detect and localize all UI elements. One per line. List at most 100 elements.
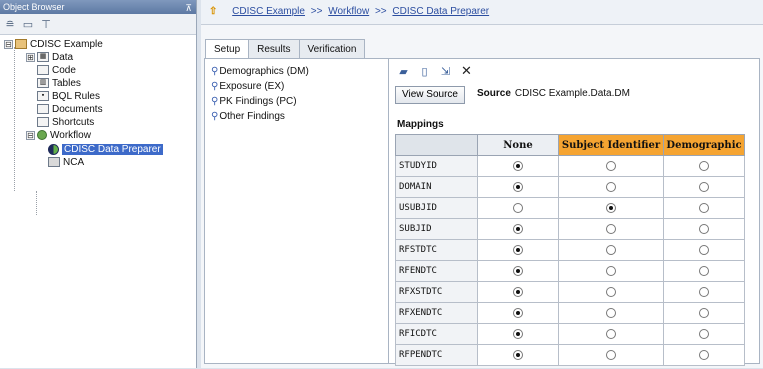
radio-button[interactable] <box>513 328 523 339</box>
tree-node-label: NCA <box>63 157 85 168</box>
tree-node-workflow[interactable]: ⊟ Workflow <box>26 130 91 142</box>
radio-button[interactable] <box>606 160 616 171</box>
mapping-cell <box>558 218 664 240</box>
radio-button[interactable] <box>606 223 616 234</box>
open-icon[interactable]: ▰ <box>397 65 410 78</box>
tree-node-label: BQL Rules <box>52 91 100 102</box>
export-icon[interactable]: ⇲ <box>439 65 452 78</box>
variable-name: DOMAIN <box>395 176 478 198</box>
variable-name: RFICDTC <box>395 323 478 345</box>
radio-button[interactable] <box>513 307 523 318</box>
mapping-cell <box>477 260 559 282</box>
radio-button[interactable] <box>606 328 616 339</box>
pin-icon[interactable]: ⊼ <box>185 1 192 15</box>
radio-button[interactable] <box>606 349 616 360</box>
radio-button[interactable] <box>513 286 523 297</box>
header-corner <box>395 134 478 156</box>
mapping-cell <box>477 218 559 240</box>
radio-button[interactable] <box>513 160 523 171</box>
tree-node-label: CDISC Example <box>30 39 103 50</box>
detail-toolbar: ▰ ▯ ⇲ ✕ <box>397 63 473 79</box>
tab-verification[interactable]: Verification <box>298 39 366 59</box>
shortcuts-icon <box>37 117 49 128</box>
delete-icon[interactable]: ✕ <box>460 63 473 78</box>
domain-item-pk-findings[interactable]: ⚲PK Findings (PC) <box>211 95 297 108</box>
radio-button[interactable] <box>513 244 523 255</box>
mapping-table-body: STUDYID DOMAIN USUBJID SUBJID RFSTDTC RFENDTC… <box>395 155 745 366</box>
tree-node-documents[interactable]: Documents <box>37 104 103 116</box>
link-icon: ⚲ <box>211 81 219 92</box>
table-row: USUBJID <box>395 197 745 219</box>
radio-button[interactable] <box>606 265 616 276</box>
up-arrow-icon[interactable]: ⇧ <box>209 6 217 17</box>
domain-item-other-findings[interactable]: ⚲Other Findings <box>211 110 285 123</box>
radio-button[interactable] <box>699 286 709 297</box>
monitor-icon[interactable]: ▭ <box>22 18 34 31</box>
column-header-subject-identifier: Subject Identifier <box>558 134 664 156</box>
radio-button[interactable] <box>606 202 616 213</box>
radio-button[interactable] <box>699 181 709 192</box>
radio-button[interactable] <box>699 328 709 339</box>
mappings-label: Mappings <box>397 119 444 130</box>
radio-button[interactable] <box>699 160 709 171</box>
tree-node-bql-rules[interactable]: ▪ BQL Rules <box>37 91 100 103</box>
radio-button[interactable] <box>513 223 523 234</box>
variable-name: SUBJID <box>395 218 478 240</box>
radio-button[interactable] <box>699 223 709 234</box>
collapse-icon[interactable]: ⊟ <box>4 39 13 49</box>
tree-node-cdisc-example[interactable]: ⊟ CDISC Example <box>4 39 103 51</box>
breadcrumb-workflow[interactable]: Workflow <box>328 6 369 17</box>
source-label: Source <box>477 88 511 99</box>
radio-button[interactable] <box>513 265 523 276</box>
radio-button[interactable] <box>606 307 616 318</box>
mapping-cell <box>663 323 745 345</box>
tree-node-nca[interactable]: NCA <box>48 157 84 169</box>
domain-item-demographics[interactable]: ⚲Demographics (DM) <box>211 65 309 78</box>
tab-results[interactable]: Results <box>248 39 300 59</box>
mapping-cell <box>663 344 745 366</box>
breadcrumb-cdisc-example[interactable]: CDISC Example <box>232 6 305 17</box>
project-icon <box>15 39 27 50</box>
tree-node-data[interactable]: ⊞ ▦ Data <box>26 52 73 64</box>
object-tree: ⊟ CDISC Example ⊞ ▦ Data Code ▥ Tables ▪ BQL … <box>0 35 196 369</box>
radio-button[interactable] <box>699 307 709 318</box>
tree-node-cdisc-data-preparer[interactable]: CDISC Data Preparer <box>48 144 163 156</box>
filter-icon[interactable]: ⊤ <box>40 18 52 31</box>
tables-icon: ▥ <box>37 78 49 89</box>
domain-item-exposure[interactable]: ⚲Exposure (EX) <box>211 80 284 93</box>
tree-line <box>36 191 37 215</box>
radio-button[interactable] <box>699 349 709 360</box>
document-icon[interactable]: ▯ <box>418 65 431 78</box>
mapping-cell <box>477 344 559 366</box>
radio-button[interactable] <box>513 181 523 192</box>
mapping-cell <box>558 155 664 177</box>
variable-name: RFSTDTC <box>395 239 478 261</box>
tree-node-tables[interactable]: ▥ Tables <box>37 78 81 90</box>
link-icon: ⚲ <box>211 111 219 122</box>
mapping-cell <box>663 302 745 324</box>
new-object-icon[interactable]: ≘ <box>4 18 16 31</box>
expand-icon[interactable]: ⊞ <box>26 52 35 62</box>
radio-button[interactable] <box>699 202 709 213</box>
mapping-cell <box>477 323 559 345</box>
tree-node-code[interactable]: Code <box>37 65 76 77</box>
radio-button[interactable] <box>606 286 616 297</box>
tree-node-label: Shortcuts <box>52 117 95 128</box>
view-source-button[interactable]: View Source <box>395 86 465 104</box>
mapping-cell <box>663 155 745 177</box>
radio-button[interactable] <box>513 349 523 360</box>
tab-setup[interactable]: Setup <box>205 39 250 60</box>
mapping-cell <box>558 302 664 324</box>
radio-button[interactable] <box>606 244 616 255</box>
radio-button[interactable] <box>606 181 616 192</box>
radio-button[interactable] <box>699 244 709 255</box>
mapping-cell <box>477 239 559 261</box>
collapse-icon[interactable]: ⊟ <box>26 130 35 140</box>
column-header-none: None <box>477 134 559 156</box>
breadcrumb-cdisc-data-preparer[interactable]: CDISC Data Preparer <box>392 6 489 17</box>
radio-button[interactable] <box>513 202 523 213</box>
link-icon: ⚲ <box>211 66 219 77</box>
radio-button[interactable] <box>699 265 709 276</box>
mapping-cell <box>558 260 664 282</box>
tree-node-shortcuts[interactable]: Shortcuts <box>37 117 94 129</box>
